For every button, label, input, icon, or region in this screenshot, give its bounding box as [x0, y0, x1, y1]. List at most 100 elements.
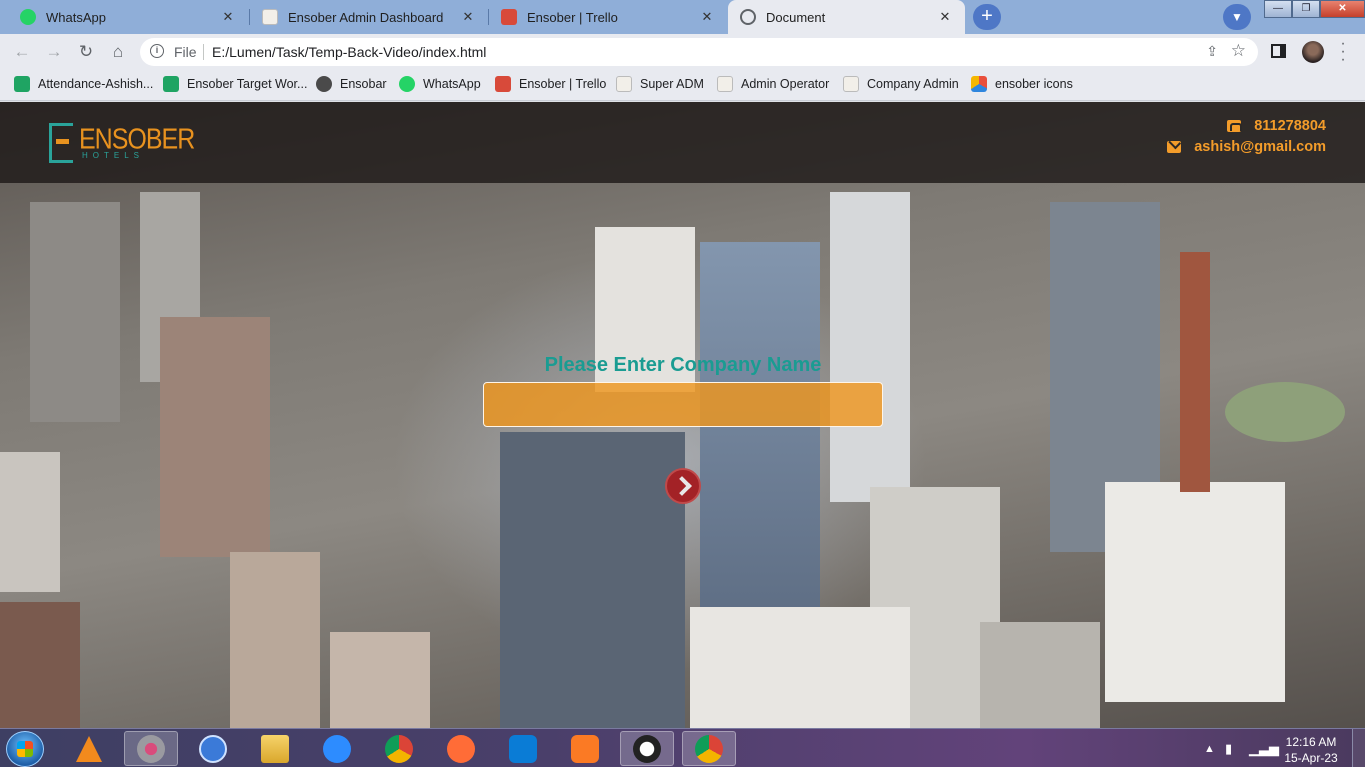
network-signal-icon[interactable]: ▁▃▅ [1249, 741, 1279, 757]
close-tab-icon[interactable]: ✕ [460, 9, 476, 25]
info-icon[interactable]: i [150, 44, 164, 58]
company-name-prompt: Please Enter Company Name [544, 354, 822, 376]
show-hidden-icons-icon[interactable]: ▲ [1204, 743, 1215, 755]
page-icon [616, 76, 632, 92]
bookmark-super-adm[interactable]: Super ADM [616, 76, 704, 92]
trello-icon [501, 9, 517, 25]
email-address[interactable]: ashish@gmail.com [1194, 139, 1326, 155]
taskbar-vlc[interactable] [62, 731, 116, 766]
company-name-input[interactable] [483, 382, 883, 427]
postman-icon [447, 734, 475, 763]
bookmark-label: Super ADM [640, 77, 704, 91]
page-icon [262, 9, 278, 25]
taskbar-file-explorer[interactable] [248, 731, 302, 766]
new-tab-button[interactable]: + [973, 4, 1001, 30]
taskbar-cursor-tool[interactable] [186, 731, 240, 766]
forward-arrow-icon[interactable]: → [43, 41, 65, 63]
bookmark-attendance[interactable]: Attendance-Ashish... [14, 76, 153, 92]
close-tab-icon[interactable]: ✕ [220, 9, 236, 25]
whatsapp-icon [20, 9, 36, 25]
phone-row: 811278804 [1167, 115, 1326, 136]
windows-taskbar: ▲ ▮ ▁▃▅ 12:16 AM 15-Apr-23 [0, 728, 1365, 767]
start-button[interactable] [6, 731, 44, 767]
page-icon [843, 76, 859, 92]
share-icon[interactable]: ⇪ [1206, 43, 1218, 60]
background-building [830, 192, 910, 502]
ensober-logo[interactable]: ENSOBER HOTELS [49, 121, 195, 165]
phone-number[interactable]: 811278804 [1254, 118, 1326, 134]
home-icon[interactable]: ⌂ [107, 41, 129, 63]
file-explorer-icon [261, 734, 289, 763]
bookmark-label: Admin Operator [741, 77, 830, 91]
xampp-icon [571, 734, 599, 763]
device-icon[interactable]: ▮ [1225, 741, 1232, 757]
background-building [0, 602, 80, 728]
chrome-active-icon [695, 734, 723, 763]
close-window-button[interactable]: ✕ [1320, 0, 1365, 18]
close-tab-icon[interactable]: ✕ [937, 9, 953, 25]
snipping-tool-icon [137, 734, 165, 763]
side-panel-icon[interactable] [1271, 44, 1286, 58]
phone-icon [1227, 119, 1243, 132]
background-building [160, 317, 270, 557]
taskbar-zoom[interactable] [310, 731, 364, 766]
taskbar-chrome-active[interactable] [682, 731, 736, 766]
menu-kebab-icon[interactable]: · · · [1338, 36, 1348, 68]
tab-search-button[interactable]: ▼ [1223, 4, 1251, 30]
site-header: ENSOBER HOTELS 811278804 ashish@gmail.co… [0, 102, 1365, 183]
bookmark-ensobar[interactable]: Ensobar [316, 76, 387, 92]
url-text[interactable]: E:/Lumen/Task/Temp-Back-Video/index.html [212, 44, 486, 60]
iconfont-icon [971, 76, 987, 92]
system-clock[interactable]: 12:16 AM 15-Apr-23 [1278, 734, 1344, 766]
whatsapp-icon [399, 76, 415, 92]
page-viewport: ENSOBER HOTELS 811278804 ashish@gmail.co… [0, 102, 1365, 728]
clock-time: 12:16 AM [1285, 735, 1337, 749]
taskbar-snipping-tool[interactable] [124, 731, 178, 766]
bookmark-ensober-icons[interactable]: ensober icons [971, 76, 1073, 92]
tab-whatsapp[interactable]: WhatsApp ✕ [8, 0, 248, 34]
cursor-tool-icon [199, 734, 227, 763]
bookmark-admin-operator[interactable]: Admin Operator [717, 76, 829, 92]
taskbar-xampp[interactable] [558, 731, 612, 766]
vlc-icon [76, 735, 102, 762]
taskbar-chrome[interactable] [372, 731, 426, 766]
camera-app-icon [633, 734, 661, 763]
show-desktop-button[interactable] [1352, 729, 1365, 767]
reload-icon[interactable]: ↻ [75, 41, 97, 63]
bookmark-target-work[interactable]: Ensober Target Wor... [163, 76, 307, 92]
tab-title: WhatsApp [46, 9, 106, 25]
logo-subtitle: HOTELS [82, 151, 145, 160]
minimize-button[interactable]: — [1264, 0, 1292, 18]
taskbar-postman[interactable] [434, 731, 488, 766]
tab-strip: WhatsApp ✕ Ensober Admin Dashboard ✕ Ens… [0, 0, 1365, 34]
sheets-icon [163, 76, 179, 92]
bookmark-label: Ensober Target Wor... [187, 77, 308, 91]
tab-document[interactable]: Document ✕ [728, 0, 965, 34]
bookmark-star-icon[interactable]: ☆ [1231, 41, 1246, 61]
taskbar-camera-app[interactable] [620, 731, 674, 766]
bookmarks-bar: Attendance-Ashish... Ensober Target Wor.… [0, 70, 1365, 101]
browser-toolbar: ← → ↻ ⌂ i File E:/Lumen/Task/Temp-Back-V… [0, 34, 1365, 70]
bookmark-trello[interactable]: Ensober | Trello [495, 76, 606, 92]
address-bar[interactable]: i File E:/Lumen/Task/Temp-Back-Video/ind… [140, 38, 1258, 66]
tab-admin-dashboard[interactable]: Ensober Admin Dashboard ✕ [250, 0, 488, 34]
trello-icon [495, 76, 511, 92]
url-scheme: File [174, 44, 197, 60]
zoom-icon [323, 734, 351, 763]
background-building [30, 202, 120, 422]
back-arrow-icon[interactable]: ← [11, 41, 33, 63]
clock-date: 15-Apr-23 [1284, 751, 1338, 765]
bookmark-whatsapp[interactable]: WhatsApp [399, 76, 481, 92]
tab-trello[interactable]: Ensober | Trello ✕ [489, 0, 727, 34]
background-building [690, 607, 910, 728]
close-tab-icon[interactable]: ✕ [699, 9, 715, 25]
taskbar-vscode[interactable] [496, 731, 550, 766]
tab-title: Ensober Admin Dashboard [288, 9, 444, 25]
profile-avatar[interactable] [1302, 41, 1324, 63]
bookmark-company-admin[interactable]: Company Admin [843, 76, 959, 92]
bookmark-label: WhatsApp [423, 77, 481, 91]
maximize-button[interactable]: ❐ [1292, 0, 1320, 18]
chrome-icon [385, 734, 413, 763]
background-building [330, 632, 430, 728]
submit-arrow-button[interactable] [665, 468, 701, 504]
